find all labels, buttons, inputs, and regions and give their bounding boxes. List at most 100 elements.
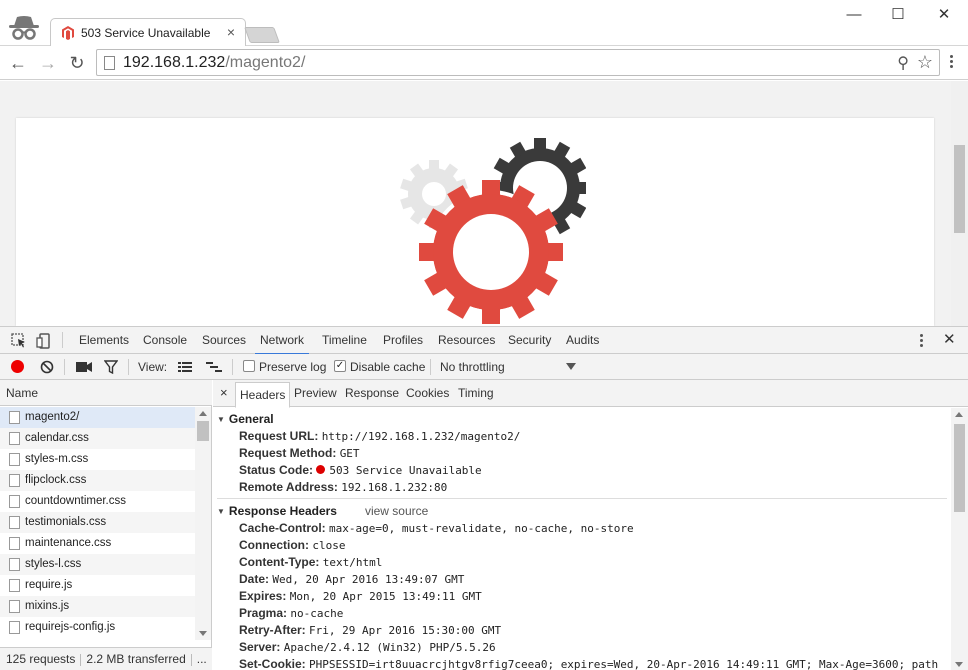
tab-console[interactable]: Console <box>143 333 187 347</box>
request-row[interactable]: flipclock.css <box>0 470 195 491</box>
preserve-log-checkbox[interactable] <box>243 360 255 372</box>
details-close-icon[interactable]: × <box>220 385 228 400</box>
maximize-button[interactable]: ☐ <box>887 6 909 24</box>
request-row[interactable]: calendar.css <box>0 428 195 449</box>
divider <box>62 332 63 348</box>
network-status-bar: 125 requests 2.2 MB transferred... <box>0 647 212 670</box>
view-source-link[interactable]: view source <box>365 504 428 518</box>
disable-cache-checkbox[interactable]: ✓ <box>334 360 346 372</box>
document-icon <box>9 432 20 445</box>
request-row[interactable]: mixins.js <box>0 596 195 617</box>
scroll-up-icon[interactable] <box>955 412 963 417</box>
page-scrollbar-thumb[interactable] <box>954 145 965 233</box>
tab-timing[interactable]: Timing <box>458 386 494 400</box>
request-list-scrollbar[interactable] <box>195 407 211 640</box>
tab-audits[interactable]: Audits <box>566 333 599 347</box>
header-row: Set-Cookie: PHPSESSID=irt8uuacrcjhtgv8rf… <box>239 657 939 670</box>
overview-icon[interactable] <box>206 362 222 373</box>
header-row: Content-Type: text/html <box>239 555 383 569</box>
large-rows-icon[interactable] <box>178 362 192 372</box>
browser-tab[interactable]: 503 Service Unavailable × <box>50 18 246 46</box>
response-headers-section-toggle[interactable]: Response Headers view source <box>217 504 428 518</box>
request-list-scrollbar-thumb[interactable] <box>197 421 209 441</box>
document-icon <box>9 621 20 634</box>
tab-security[interactable]: Security <box>508 333 551 347</box>
tab-cookies[interactable]: Cookies <box>406 386 449 400</box>
clear-icon[interactable] <box>40 360 54 374</box>
devtools-menu-icon[interactable] <box>920 334 924 348</box>
chevron-down-icon[interactable] <box>566 363 576 370</box>
device-mode-icon[interactable] <box>36 333 52 349</box>
tab-preview[interactable]: Preview <box>294 386 337 400</box>
general-section-toggle[interactable]: General <box>217 412 274 426</box>
details-scrollbar-thumb[interactable] <box>954 424 965 512</box>
request-row[interactable]: magento2/ <box>0 407 195 428</box>
page-viewport <box>0 81 968 326</box>
request-name: calendar.css <box>25 432 89 444</box>
preserve-log-label[interactable]: Preserve log <box>259 360 326 374</box>
header-row: Pragma: no-cache <box>239 606 344 620</box>
tab-title: 503 Service Unavailable <box>81 26 211 40</box>
scroll-up-icon[interactable] <box>199 411 207 416</box>
chrome-menu-icon[interactable] <box>946 53 956 73</box>
address-bar[interactable]: 192.168.1.232/magento2/ ⚲ ☆ <box>96 49 940 76</box>
details-tabbar: × Headers Preview Response Cookies Timin… <box>213 380 968 408</box>
header-row: Remote Address: 192.168.1.232:80 <box>239 480 448 494</box>
tab-profiles[interactable]: Profiles <box>383 333 423 347</box>
request-row[interactable]: require.js <box>0 575 195 596</box>
details-scrollbar[interactable] <box>951 408 968 670</box>
scroll-down-icon[interactable] <box>199 631 207 636</box>
document-icon <box>9 537 20 550</box>
new-tab-button[interactable] <box>244 27 280 43</box>
request-row[interactable]: maintenance.css <box>0 533 195 554</box>
headers-view: General Request URL: http://192.168.1.23… <box>213 408 951 670</box>
disable-cache-label[interactable]: Disable cache <box>350 360 425 374</box>
bookmark-star-icon[interactable]: ☆ <box>917 52 933 73</box>
section-title: Response Headers <box>228 504 337 518</box>
screenshot-camera-icon[interactable] <box>76 361 92 373</box>
throttling-select[interactable]: No throttling <box>440 360 505 374</box>
filter-icon[interactable] <box>104 360 118 374</box>
request-row[interactable]: countdowntimer.css <box>0 491 195 512</box>
document-icon <box>9 516 20 529</box>
inspect-element-icon[interactable] <box>11 333 27 349</box>
request-row[interactable]: requirejs-config.js <box>0 617 195 638</box>
request-name: flipclock.css <box>25 474 87 486</box>
scroll-down-icon[interactable] <box>955 662 963 667</box>
incognito-icon <box>9 16 39 40</box>
browser-toolbar: ← → ↻ 192.168.1.232/magento2/ ⚲ ☆ <box>0 46 968 80</box>
magento-favicon-icon <box>62 26 74 40</box>
tab-sources[interactable]: Sources <box>202 333 246 347</box>
tab-resources[interactable]: Resources <box>438 333 495 347</box>
tab-close-icon[interactable]: × <box>227 24 235 40</box>
request-name: requirejs-config.js <box>25 621 116 633</box>
close-window-button[interactable]: ✕ <box>933 6 955 24</box>
zoom-icon[interactable]: ⚲ <box>897 53 909 73</box>
request-count: 125 requests <box>6 652 76 666</box>
request-row[interactable]: styles-m.css <box>0 449 195 470</box>
header-row: Server: Apache/2.4.12 (Win32) PHP/5.5.26 <box>239 640 496 654</box>
request-list: Name magento2/ calendar.css styles-m.css… <box>0 380 212 670</box>
reload-button[interactable]: ↻ <box>66 52 88 74</box>
devtools-close-icon[interactable]: ✕ <box>943 330 956 348</box>
tab-timeline[interactable]: Timeline <box>322 333 367 347</box>
tab-headers[interactable]: Headers <box>235 382 291 408</box>
forward-button[interactable]: → <box>37 52 59 74</box>
url-text[interactable]: 192.168.1.232/magento2/ <box>123 54 305 72</box>
status-error-icon <box>316 465 326 474</box>
divider <box>430 359 431 375</box>
document-icon <box>9 453 20 466</box>
page-scrollbar[interactable] <box>951 81 968 326</box>
title-bar: 503 Service Unavailable × — ☐ ✕ <box>0 0 968 46</box>
request-row[interactable]: testimonials.css <box>0 512 195 533</box>
name-column-header[interactable]: Name <box>0 380 212 406</box>
tab-elements[interactable]: Elements <box>79 333 129 347</box>
record-icon[interactable] <box>11 360 24 373</box>
header-row: Connection: close <box>239 538 346 552</box>
minimize-button[interactable]: — <box>843 6 865 24</box>
tab-response[interactable]: Response <box>345 386 399 400</box>
section-title: General <box>228 412 274 426</box>
request-row[interactable]: styles-l.css <box>0 554 195 575</box>
tab-network[interactable]: Network <box>254 333 310 355</box>
back-button[interactable]: ← <box>7 52 29 74</box>
